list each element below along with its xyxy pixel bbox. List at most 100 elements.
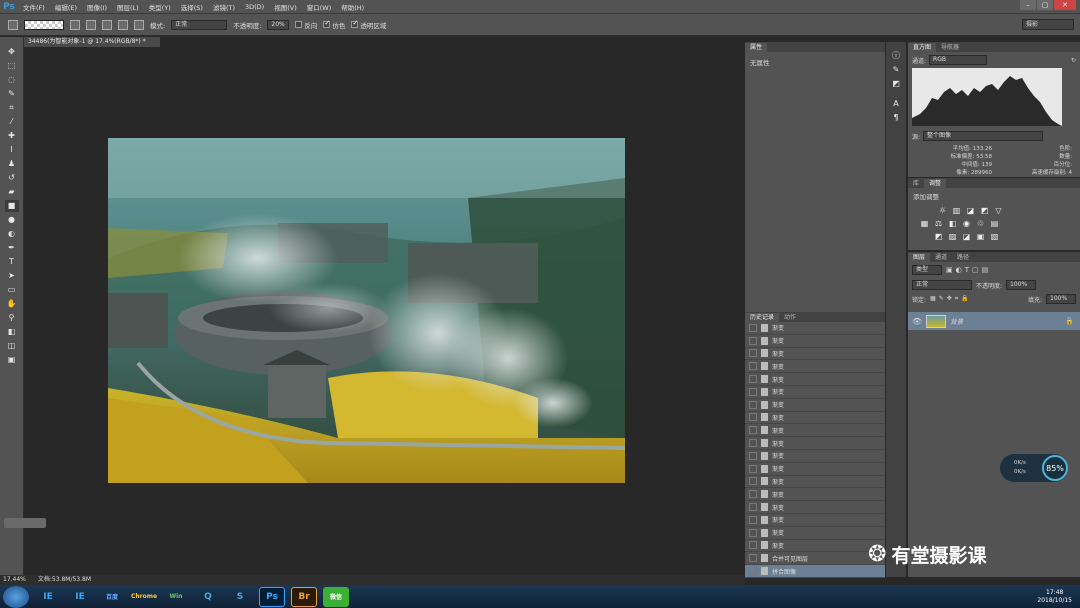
posterize-icon[interactable]: ▨ (948, 232, 957, 241)
dither-checkbox[interactable]: 仿色 (323, 19, 345, 30)
history-item[interactable]: 渐变 (745, 527, 885, 540)
close-button[interactable]: ✕ (1054, 0, 1076, 10)
history-item[interactable]: 渐变 (745, 437, 885, 450)
zoom-readout[interactable]: 17.44% (3, 575, 26, 585)
history-item[interactable]: 渐变 (745, 476, 885, 489)
linear-gradient-icon[interactable] (70, 19, 80, 30)
gradient-tool-icon[interactable]: ■ (4, 200, 19, 212)
history-item[interactable]: 渐变 (745, 501, 885, 514)
screen-mode-icon[interactable]: ▣ (5, 354, 19, 366)
taskbar-s[interactable]: S (227, 587, 253, 607)
healing-tool-icon[interactable]: ✚ (5, 130, 19, 142)
quick-mask-icon[interactable]: ◫ (5, 340, 19, 352)
tab-channels[interactable]: 通道 (930, 253, 952, 262)
layer-filter-select[interactable]: 类型 (912, 265, 942, 275)
move-tool-icon[interactable]: ✥ (5, 46, 19, 58)
taskbar-clock[interactable]: 17:48 2018/10/15 (1037, 589, 1072, 605)
radial-gradient-icon[interactable] (86, 19, 96, 30)
eraser-tool-icon[interactable]: ▰ (5, 186, 19, 198)
blend-mode-select[interactable]: 正常 (912, 280, 972, 290)
network-speed-widget[interactable]: 0K/s 0K/s 85% (1000, 454, 1068, 482)
selective-color-icon[interactable]: ▧ (990, 232, 999, 241)
vibrance-icon[interactable]: ▽ (994, 206, 1003, 215)
tab-properties[interactable]: 属性 (745, 43, 768, 52)
taskbar-chrome[interactable]: Chrome (131, 587, 157, 607)
character-panel-icon[interactable]: A (889, 98, 903, 110)
brush-panel-icon[interactable]: ✎ (889, 64, 903, 76)
curves-icon[interactable]: ◪ (966, 206, 975, 215)
menu-help[interactable]: 帮助(H) (336, 2, 369, 12)
taskbar-windows[interactable]: Win (163, 587, 189, 607)
color-lookup-icon[interactable]: ▤ (990, 219, 999, 228)
history-item[interactable]: 渐变 (745, 386, 885, 399)
opacity-input[interactable]: 20% (267, 19, 290, 30)
history-item[interactable]: 渐变 (745, 463, 885, 476)
brightness-icon[interactable]: ☼ (938, 206, 947, 215)
dodge-tool-icon[interactable]: ◐ (5, 228, 19, 240)
workspace-select[interactable]: 摄影 (1022, 19, 1074, 30)
marquee-tool-icon[interactable]: ⬚ (5, 60, 19, 72)
gradient-picker[interactable] (24, 19, 64, 30)
tab-history[interactable]: 历史记录 (745, 313, 780, 322)
pen-tool-icon[interactable]: ✒ (5, 242, 19, 254)
photo-filter-icon[interactable]: ◉ (962, 219, 971, 228)
document-tab[interactable]: 34486(为智能对象-1 @ 17.4%(RGB/8*) * (24, 37, 160, 47)
crop-tool-icon[interactable]: ⌗ (5, 102, 19, 114)
info-icon[interactable]: ⓘ (889, 50, 903, 62)
history-item[interactable]: 渐变 (745, 540, 885, 553)
eyedropper-tool-icon[interactable]: ⁄ (5, 116, 19, 128)
hand-tool-icon[interactable]: ✋ (5, 298, 19, 310)
layer-row-background[interactable]: 👁 背景 🔒 (908, 312, 1080, 330)
quick-select-tool-icon[interactable]: ✎ (5, 88, 19, 100)
levels-icon[interactable]: ▥ (952, 206, 961, 215)
maximize-button[interactable]: ▢ (1037, 0, 1053, 10)
fill-input[interactable]: 100% (1046, 294, 1076, 304)
tab-layers[interactable]: 图层 (908, 253, 931, 262)
history-item-merge[interactable]: 合并可见图层 (745, 552, 885, 566)
invert-icon[interactable]: ◩ (934, 232, 943, 241)
menu-layer[interactable]: 图层(L) (112, 2, 144, 12)
shape-tool-icon[interactable]: ▭ (5, 284, 19, 296)
swatch-panel-icon[interactable]: ◩ (889, 78, 903, 90)
history-brush-icon[interactable]: ↺ (5, 172, 19, 184)
taskbar-photoshop[interactable]: Ps (259, 586, 285, 607)
history-item[interactable]: 渐变 (745, 424, 885, 438)
history-item[interactable]: 渐变 (745, 450, 885, 463)
tab-navigator[interactable]: 导航器 (936, 43, 964, 52)
menu-image[interactable]: 图像(I) (82, 2, 112, 12)
angle-gradient-icon[interactable] (102, 19, 112, 30)
tab-histogram[interactable]: 直方图 (908, 43, 937, 52)
refresh-icon[interactable]: ↻ (1071, 57, 1076, 64)
history-item[interactable]: 渐变 (745, 348, 885, 361)
channel-mixer-icon[interactable]: ♲ (976, 219, 985, 228)
menu-file[interactable]: 文件(F) (18, 2, 50, 12)
tab-adjustments[interactable]: 调整 (924, 179, 947, 188)
taskbar-baidu[interactable]: 百度 (99, 587, 125, 607)
hue-saturation-icon[interactable]: ▦ (920, 219, 929, 228)
minimize-button[interactable]: – (1020, 0, 1036, 10)
taskbar-wechat[interactable]: 微信 (323, 586, 349, 607)
blur-tool-icon[interactable]: ● (5, 214, 19, 226)
history-item-flatten[interactable]: 拼合图像 (745, 565, 885, 578)
diamond-gradient-icon[interactable] (134, 19, 144, 30)
zoom-tool-icon[interactable]: ⚲ (5, 312, 19, 324)
menu-filter[interactable]: 滤镜(T) (208, 2, 240, 12)
taskbar-ie-2[interactable]: IE (67, 587, 93, 607)
channel-select[interactable]: RGB (929, 55, 988, 65)
menu-window[interactable]: 窗口(W) (302, 2, 337, 12)
history-item[interactable]: 渐变 (745, 322, 885, 335)
history-item[interactable]: 渐变 (745, 360, 885, 374)
tab-paths[interactable]: 路径 (952, 253, 974, 262)
black-white-icon[interactable]: ◧ (948, 219, 957, 228)
tab-libraries[interactable]: 库 (908, 179, 924, 188)
type-tool-icon[interactable]: T (5, 256, 19, 268)
color-swatches-icon[interactable]: ◧ (5, 326, 19, 338)
path-select-icon[interactable]: ➤ (5, 270, 19, 282)
stamp-tool-icon[interactable]: ♟ (5, 158, 19, 170)
threshold-icon[interactable]: ◪ (962, 232, 971, 241)
menu-select[interactable]: 选择(S) (176, 2, 208, 12)
history-item[interactable]: 渐变 (745, 488, 885, 502)
menu-view[interactable]: 视图(V) (269, 2, 302, 12)
gradient-map-icon[interactable]: ▣ (976, 232, 985, 241)
taskbar-bridge[interactable]: Br (291, 586, 317, 607)
